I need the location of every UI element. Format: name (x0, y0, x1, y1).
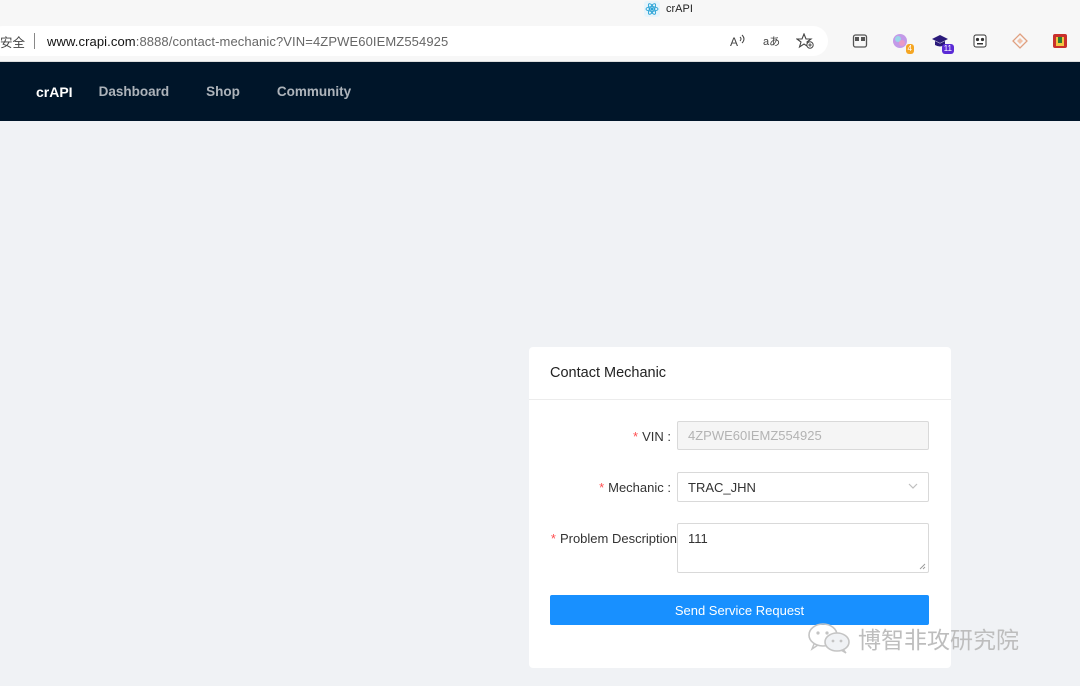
svg-text:A: A (730, 35, 738, 49)
extension-bracket-icon (1053, 34, 1067, 48)
extension-color-badge: 4 (905, 44, 914, 54)
watermark-text: 博智非攻研究院 (858, 627, 1019, 653)
vin-label: * VIN : (633, 429, 671, 444)
url-text[interactable]: www.crapi.com:8888/contact-mechanic?VIN=… (47, 34, 448, 49)
wechat-icon (808, 623, 850, 654)
problem-description-textarea[interactable]: 111 (677, 523, 929, 573)
card-title: Contact Mechanic (529, 347, 951, 400)
nav-item-dashboard[interactable]: Dashboard (99, 84, 170, 99)
vin-input[interactable]: 4ZPWE60IEMZ554925 (677, 421, 929, 450)
nav-item-community[interactable]: Community (277, 84, 351, 99)
react-icon (644, 1, 660, 17)
url-host: www.crapi.com (47, 33, 136, 49)
required-mark: * (633, 429, 639, 444)
required-mark: * (599, 480, 605, 495)
extension-bracket[interactable] (1040, 26, 1080, 56)
mechanic-label: * Mechanic : (599, 480, 671, 495)
translate-icon[interactable]: aあ (762, 33, 782, 49)
required-mark: * (550, 531, 556, 546)
watermark: 博智非攻研究院 (806, 618, 1019, 658)
brand-logo[interactable]: crAPI (36, 84, 73, 100)
browser-toolbar: 安全 www.crapi.com:8888/contact-mechanic?V… (0, 18, 1080, 62)
mechanic-label-text: Mechanic (608, 480, 664, 495)
extensions-bar: 4 11 (840, 26, 1080, 56)
problem-label-text: Problem Description (559, 531, 677, 546)
address-divider (34, 33, 36, 49)
address-bar[interactable]: 安全 www.crapi.com:8888/contact-mechanic?V… (0, 26, 828, 56)
browser-tab-strip: crAPI (0, 0, 1080, 18)
favorite-add-icon[interactable] (796, 33, 816, 49)
extension-panda[interactable] (960, 26, 1000, 56)
vin-value: 4ZPWE60IEMZ554925 (688, 428, 822, 443)
url-path: :8888/contact-mechanic?VIN=4ZPWE60IEMZ55… (135, 33, 449, 49)
extension-diamond[interactable] (1000, 26, 1040, 56)
vin-label-text: VIN (642, 429, 664, 444)
browser-tab[interactable]: crAPI (644, 0, 693, 18)
mechanic-select[interactable]: TRAC_JHN (677, 472, 929, 502)
problem-label: * Problem Description (551, 531, 677, 546)
nav-item-shop[interactable]: Shop (206, 84, 240, 99)
extension-color[interactable]: 4 (880, 26, 920, 56)
app-navbar: crAPI Dashboard Shop Community (0, 62, 1080, 121)
browser-tab-title: crAPI (666, 3, 693, 15)
extension-cap-badge: 11 (941, 44, 954, 54)
address-bar-actions: A aあ (728, 26, 816, 56)
mechanic-value: TRAC_JHN (688, 479, 756, 495)
chevron-down-icon (908, 483, 918, 489)
extension-diamond-icon (1012, 33, 1028, 49)
extension-cap[interactable]: 11 (920, 26, 960, 56)
extension-panda-icon (973, 34, 987, 48)
extension-sidebar[interactable] (840, 26, 880, 56)
svg-text:aあ: aあ (763, 35, 780, 48)
security-label[interactable]: 安全 (0, 32, 25, 51)
read-aloud-icon[interactable]: A (728, 33, 748, 49)
extension-sidebar-icon (852, 34, 868, 48)
problem-value: 111 (688, 531, 708, 546)
resize-grip-icon[interactable] (919, 563, 926, 570)
